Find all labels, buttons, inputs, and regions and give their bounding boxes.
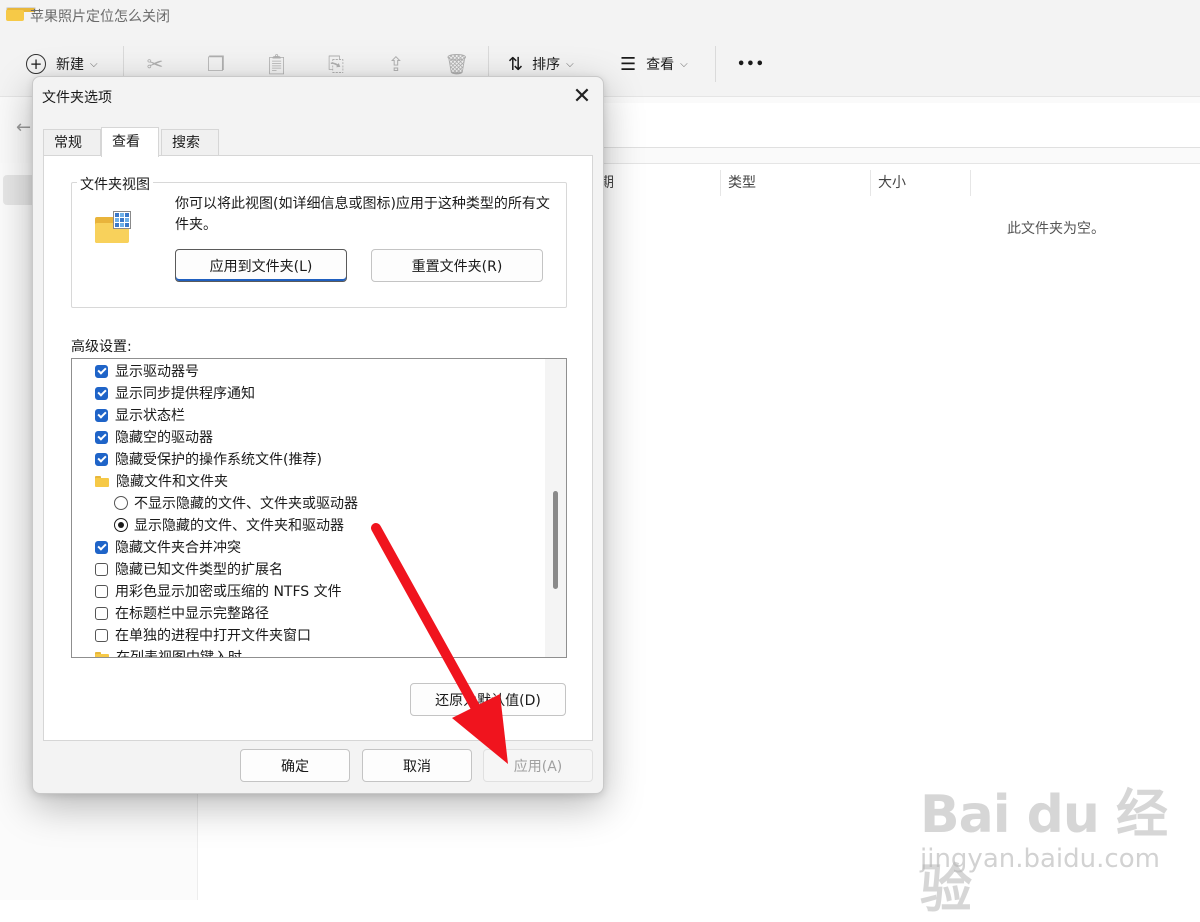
list-item-hide-protected-os-files[interactable]: 隐藏受保护的操作系统文件(推荐) [72, 448, 565, 470]
empty-folder-message: 此文件夹为空。 [1007, 221, 1105, 237]
list-item-label: 隐藏已知文件类型的扩展名 [115, 562, 283, 578]
checkbox[interactable] [95, 452, 108, 466]
list-item-hide-extensions[interactable]: 隐藏已知文件类型的扩展名 [72, 558, 565, 580]
scrollbar-thumb[interactable] [553, 491, 558, 589]
sort-button[interactable]: ⇅ 排序 ⌵ [508, 50, 574, 78]
ok-button[interactable]: 确定 [240, 749, 350, 782]
list-item-label: 隐藏空的驱动器 [115, 430, 213, 446]
watermark-site: jingyan.baidu.com [920, 844, 1160, 874]
list-item-hide-empty-drives[interactable]: 隐藏空的驱动器 [72, 426, 565, 448]
delete-icon[interactable]: 🗑︎ [444, 52, 469, 76]
dialog-title: 文件夹选项 [42, 90, 112, 106]
list-item-label: 在列表视图中键入时 [116, 650, 242, 658]
view-label: 查看 [646, 57, 675, 73]
tab-search[interactable]: 搜索 [161, 129, 219, 156]
list-item-label: 用彩色显示加密或压缩的 NTFS 文件 [115, 584, 342, 600]
new-button[interactable]: + 新建 ⌵ [26, 50, 98, 78]
list-item-label: 显示隐藏的文件、文件夹和驱动器 [134, 518, 344, 534]
list-item-dont-show-hidden[interactable]: 不显示隐藏的文件、文件夹或驱动器 [72, 492, 566, 514]
view-button[interactable]: ☰ 查看 ⌵ [620, 50, 688, 78]
reset-folders-button[interactable]: 重置文件夹(R) [371, 249, 543, 282]
folder-views-legend: 文件夹视图 [77, 174, 153, 194]
list-item-label: 显示同步提供程序通知 [115, 386, 255, 402]
list-item-hide-merge-conflicts[interactable]: 隐藏文件夹合并冲突 [72, 536, 565, 558]
list-item-label: 在标题栏中显示完整路径 [115, 606, 269, 622]
close-icon[interactable]: ✕ [567, 81, 597, 111]
view-icon: ☰ [620, 53, 637, 75]
checkbox[interactable] [95, 628, 108, 642]
list-item-typing-in-list-view: 在列表视图中键入时 [72, 646, 565, 658]
toolbar-divider [715, 46, 716, 82]
chevron-down-icon: ⌵ [90, 58, 98, 70]
column-header-date[interactable]: 期 [592, 170, 721, 196]
list-item-show-hidden[interactable]: 显示隐藏的文件、文件夹和驱动器 [72, 514, 566, 536]
chevron-down-icon: ⌵ [566, 58, 574, 70]
checkbox[interactable] [95, 606, 108, 620]
folder-icon [95, 475, 109, 487]
cancel-button[interactable]: 取消 [362, 749, 472, 782]
folder-icon [95, 651, 109, 657]
more-options-icon[interactable]: ••• [737, 50, 765, 78]
apply-to-folders-button[interactable]: 应用到文件夹(L) [175, 249, 347, 282]
column-header-size[interactable]: 大小 [870, 170, 971, 196]
back-arrow-icon[interactable]: ← [16, 117, 31, 138]
list-item-label: 不显示隐藏的文件、文件夹或驱动器 [134, 496, 358, 512]
checkbox[interactable] [95, 540, 108, 554]
tab-view[interactable]: 查看 [101, 127, 159, 157]
share-icon[interactable]: ⇪ [384, 52, 408, 76]
checkbox[interactable] [95, 364, 108, 378]
list-item-color-ntfs[interactable]: 用彩色显示加密或压缩的 NTFS 文件 [72, 580, 565, 602]
folder-options-dialog: 文件夹选项 ✕ 常规 查看 搜索 文件夹视图 你可以将此视图(如详细信息或图标)… [32, 76, 604, 794]
list-item-separate-process[interactable]: 在单独的进程中打开文件夹窗口 [72, 624, 565, 646]
checkbox[interactable] [95, 430, 108, 444]
radio-button[interactable] [114, 496, 128, 510]
checkbox[interactable] [95, 386, 108, 400]
list-item-label: 隐藏文件夹合并冲突 [115, 540, 241, 556]
column-header-type[interactable]: 类型 [720, 170, 871, 196]
chevron-down-icon: ⌵ [680, 58, 688, 70]
rename-icon[interactable]: ⎘ [324, 52, 348, 76]
list-item-label: 在单独的进程中打开文件夹窗口 [115, 628, 311, 644]
sort-label: 排序 [532, 57, 561, 73]
list-item-label: 显示状态栏 [115, 408, 185, 424]
new-label: 新建 [56, 57, 84, 73]
address-bar[interactable] [600, 103, 1200, 148]
list-item-show-drive-letters[interactable]: 显示驱动器号 [72, 360, 565, 382]
view-tab-panel: 文件夹视图 你可以将此视图(如详细信息或图标)应用于这种类型的所有文件夹。 应用… [43, 155, 593, 741]
list-item-label: 显示驱动器号 [115, 364, 199, 380]
plus-icon: + [26, 54, 46, 74]
scrollbar[interactable] [545, 359, 566, 657]
folder-views-description: 你可以将此视图(如详细信息或图标)应用于这种类型的所有文件夹。 [175, 196, 550, 233]
explorer-titlebar: 苹果照片定位怎么关闭 [0, 0, 1200, 32]
advanced-settings-list[interactable]: 显示驱动器号 显示同步提供程序通知 显示状态栏 隐藏空的驱动器 隐藏受保护的操作… [71, 358, 567, 658]
restore-defaults-button[interactable]: 还原为默认值(D) [410, 683, 566, 716]
list-item-label: 隐藏文件和文件夹 [116, 474, 228, 490]
checkbox[interactable] [95, 408, 108, 422]
window-title: 苹果照片定位怎么关闭 [30, 9, 170, 25]
radio-button[interactable] [114, 518, 128, 532]
list-item-label: 隐藏受保护的操作系统文件(推荐) [115, 452, 322, 468]
advanced-settings-label: 高级设置: [71, 339, 132, 355]
tab-general[interactable]: 常规 [43, 129, 101, 156]
folder-icon [6, 7, 36, 21]
list-item-show-status-bar[interactable]: 显示状态栏 [72, 404, 565, 426]
folder-view-icon [95, 211, 135, 245]
apply-button[interactable]: 应用(A) [483, 749, 593, 782]
list-item-full-path-title[interactable]: 在标题栏中显示完整路径 [72, 602, 565, 624]
checkbox[interactable] [95, 584, 108, 598]
paste-icon[interactable]: 📋︎ [264, 52, 289, 76]
checkbox[interactable] [95, 562, 108, 576]
list-item-hidden-files-group: 隐藏文件和文件夹 [72, 470, 565, 492]
copy-icon[interactable]: ❐ [204, 52, 228, 76]
folder-views-group: 文件夹视图 你可以将此视图(如详细信息或图标)应用于这种类型的所有文件夹。 应用… [71, 174, 567, 308]
list-item-sync-provider-notifications[interactable]: 显示同步提供程序通知 [72, 382, 565, 404]
baidu-watermark-logo: Bai du 经验 jingyan.baidu.com [920, 772, 1180, 920]
cut-icon[interactable]: ✂ [143, 52, 167, 76]
sort-icon: ⇅ [508, 53, 524, 75]
